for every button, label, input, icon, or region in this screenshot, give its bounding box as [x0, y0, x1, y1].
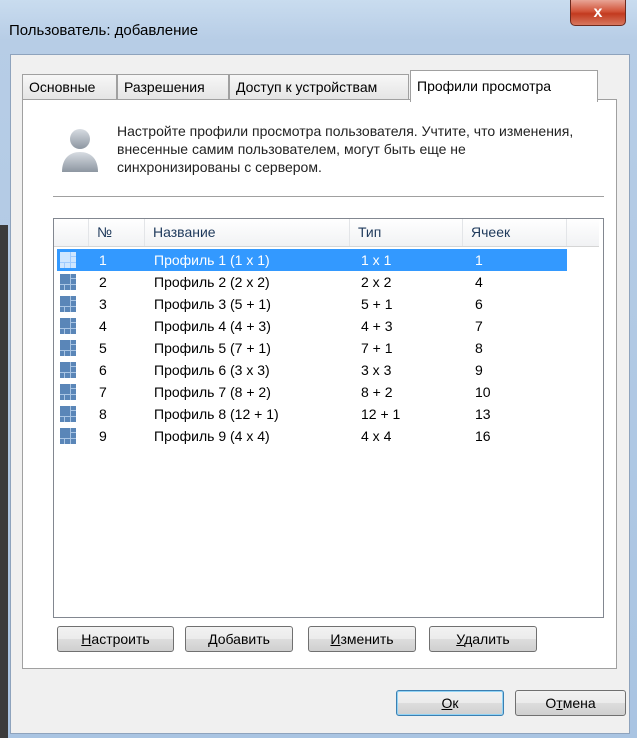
close-icon: x [593, 3, 603, 21]
row-number: 2 [99, 274, 107, 290]
row-name: Профиль 9 (4 x 4) [154, 428, 270, 444]
close-button[interactable]: x [570, 0, 626, 26]
window-title: Пользователь: добавление [9, 22, 199, 39]
row-number: 5 [99, 340, 107, 356]
row-type: 12 + 1 [361, 406, 401, 422]
configure-button[interactable]: Настроить [57, 626, 174, 652]
add-button[interactable]: Добавить [185, 626, 293, 652]
row-type: 8 + 2 [361, 384, 393, 400]
row-number: 4 [99, 318, 107, 334]
row-number: 1 [99, 252, 107, 268]
row-name: Профиль 3 (5 + 1) [154, 296, 271, 312]
tab-permissions[interactable]: Разрешения [117, 74, 229, 100]
grid-layout-icon [60, 362, 76, 378]
row-number: 9 [99, 428, 107, 444]
background-window-edge [0, 225, 8, 738]
row-name: Профиль 7 (8 + 2) [154, 384, 271, 400]
grid-layout-icon [60, 274, 76, 290]
grid-layout-icon [60, 428, 76, 444]
row-type: 2 x 2 [361, 274, 392, 290]
grid-layout-icon [60, 318, 76, 334]
row-cells: 16 [475, 428, 491, 444]
tab-device-access[interactable]: Доступ к устройствам [229, 74, 409, 100]
column-header-type[interactable]: Тип [350, 219, 463, 246]
row-cells: 7 [475, 318, 483, 334]
row-number: 7 [99, 384, 107, 400]
table-row[interactable]: 7 Профиль 7 (8 + 2) 8 + 2 10 [57, 381, 567, 403]
grid-layout-icon [60, 406, 76, 422]
row-name: Профиль 5 (7 + 1) [154, 340, 271, 356]
row-cells: 8 [475, 340, 483, 356]
row-cells: 9 [475, 362, 483, 378]
row-cells: 6 [475, 296, 483, 312]
table-row[interactable]: 3 Профиль 3 (5 + 1) 5 + 1 6 [57, 293, 567, 315]
row-type: 5 + 1 [361, 296, 393, 312]
row-cells: 1 [475, 252, 483, 268]
column-header-icon [54, 219, 89, 246]
tab-general[interactable]: Основные [22, 74, 117, 100]
table-row[interactable]: 2 Профиль 2 (2 x 2) 2 x 2 4 [57, 271, 567, 293]
row-number: 6 [99, 362, 107, 378]
column-header-number[interactable]: № [89, 219, 145, 246]
row-type: 4 + 3 [361, 318, 393, 334]
ok-button[interactable]: Ок [396, 690, 504, 716]
row-cells: 4 [475, 274, 483, 290]
separator [53, 196, 604, 197]
row-type: 1 x 1 [361, 252, 392, 268]
table-row[interactable]: 6 Профиль 6 (3 x 3) 3 x 3 9 [57, 359, 567, 381]
grid-layout-icon [60, 340, 76, 356]
row-name: Профиль 6 (3 x 3) [154, 362, 270, 378]
row-number: 3 [99, 296, 107, 312]
column-header-name[interactable]: Название [145, 219, 350, 246]
cancel-button[interactable]: Отмена [515, 690, 626, 716]
grid-layout-icon [60, 384, 76, 400]
user-icon [60, 126, 100, 177]
row-type: 4 x 4 [361, 428, 392, 444]
row-name: Профиль 8 (12 + 1) [154, 406, 279, 422]
table-row[interactable]: 9 Профиль 9 (4 x 4) 4 x 4 16 [57, 425, 567, 447]
edit-button[interactable]: Изменить [308, 626, 416, 652]
row-type: 7 + 1 [361, 340, 393, 356]
row-name: Профиль 2 (2 x 2) [154, 274, 270, 290]
column-header-cells[interactable]: Ячеек [463, 219, 567, 246]
grid-layout-icon [60, 296, 76, 312]
row-cells: 10 [475, 384, 491, 400]
row-type: 3 x 3 [361, 362, 392, 378]
grid-layout-icon [60, 252, 76, 268]
tab-view-profiles[interactable]: Профили просмотра [410, 70, 598, 102]
table-row[interactable]: 5 Профиль 5 (7 + 1) 7 + 1 8 [57, 337, 567, 359]
row-name: Профиль 1 (1 x 1) [154, 252, 270, 268]
row-name: Профиль 4 (4 + 3) [154, 318, 271, 334]
list-header: № Название Тип Ячеек [54, 219, 599, 247]
row-cells: 13 [475, 406, 491, 422]
row-number: 8 [99, 406, 107, 422]
table-row[interactable]: 8 Профиль 8 (12 + 1) 12 + 1 13 [57, 403, 567, 425]
info-text: Настройте профили просмотра пользователя… [117, 123, 574, 175]
table-row[interactable]: 4 Профиль 4 (4 + 3) 4 + 3 7 [57, 315, 567, 337]
table-row[interactable]: 1 Профиль 1 (1 x 1) 1 x 1 1 [57, 249, 567, 271]
delete-button[interactable]: Удалить [429, 626, 537, 652]
